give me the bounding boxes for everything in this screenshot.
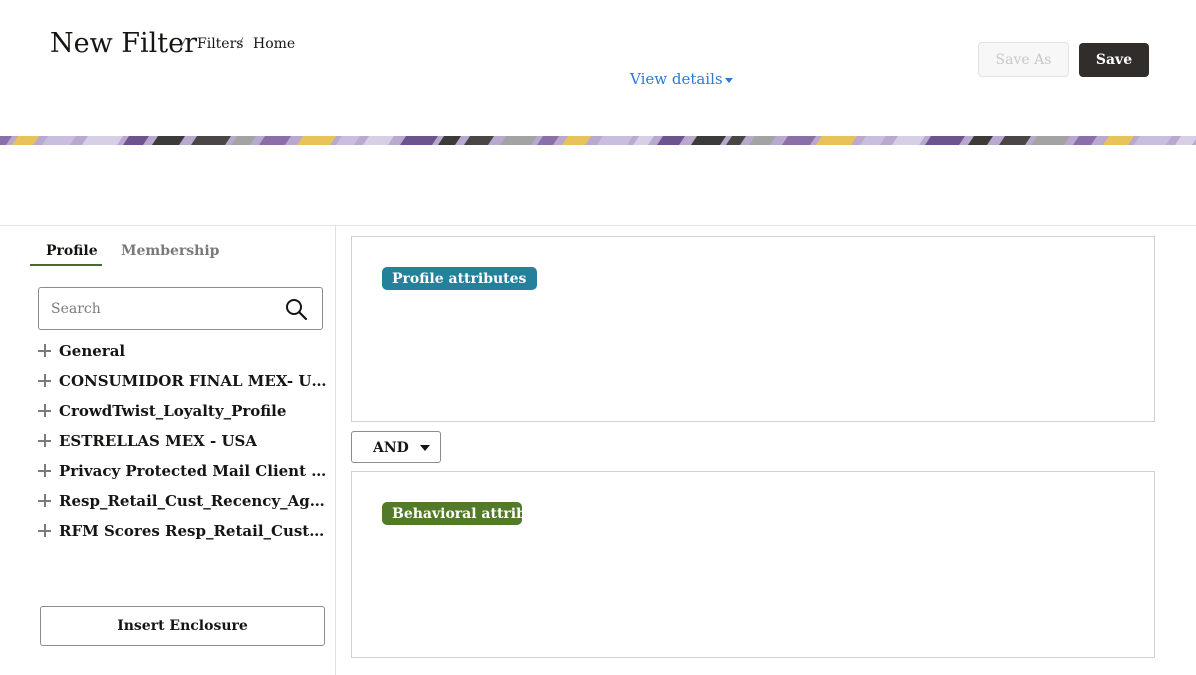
save-as-button[interactable]: Save As — [978, 42, 1069, 77]
expand-plus-icon[interactable] — [38, 464, 52, 478]
profile-attributes-chip: Profile attributes — [382, 267, 537, 290]
chevron-down-icon — [420, 445, 430, 451]
operator-value: AND — [373, 440, 409, 456]
expand-plus-icon[interactable] — [38, 494, 52, 508]
header-divider — [0, 225, 1196, 226]
expand-plus-icon[interactable] — [38, 374, 52, 388]
tree-item-label: Privacy Protected Mail Client Resp_... — [59, 462, 328, 480]
behavioral-attributes-drop-zone[interactable] — [351, 471, 1155, 658]
tree-item-resp-retail-recency[interactable]: Resp_Retail_Cust_Recency_Aggregate — [38, 490, 328, 512]
breadcrumb-filters[interactable]: Filters — [197, 36, 243, 52]
tree-item-label: General — [59, 342, 126, 360]
tree-item-estrellas[interactable]: ESTRELLAS MEX - USA — [38, 430, 328, 452]
tab-membership[interactable]: Membership — [121, 243, 219, 259]
page-title: New Filter — [50, 28, 198, 59]
behavioral-attributes-chip: Behavioral attributes — [382, 502, 559, 525]
panel-divider — [335, 226, 336, 675]
tree-item-privacy-protected[interactable]: Privacy Protected Mail Client Resp_... — [38, 460, 328, 482]
expand-plus-icon[interactable] — [38, 404, 52, 418]
save-button[interactable]: Save — [1079, 43, 1149, 77]
breadcrumb-separator: / — [238, 36, 243, 51]
breadcrumb-home[interactable]: Home — [253, 36, 295, 52]
operator-select[interactable]: AND — [351, 431, 441, 463]
profile-attributes-drop-zone[interactable] — [351, 236, 1155, 422]
tree-item-consumidor-final[interactable]: CONSUMIDOR FINAL MEX- USA — [38, 370, 328, 392]
decorative-banner — [0, 133, 1196, 145]
search-box — [38, 287, 323, 330]
expand-plus-icon[interactable] — [38, 434, 52, 448]
search-input[interactable] — [51, 298, 271, 320]
tab-profile[interactable]: Profile — [46, 243, 98, 259]
tree-item-crowdtwist-loyalty[interactable]: CrowdTwist_Loyalty_Profile — [38, 400, 328, 422]
search-icon[interactable] — [284, 297, 308, 321]
tree-item-rfm-scores[interactable]: RFM Scores Resp_Retail_Customers — [38, 520, 328, 542]
breadcrumb-separator: / — [181, 36, 186, 51]
expand-plus-icon[interactable] — [38, 524, 52, 538]
expand-plus-icon[interactable] — [38, 344, 52, 358]
active-tab-indicator — [30, 264, 102, 266]
caret-down-icon — [724, 77, 733, 83]
view-details-link[interactable]: View details — [630, 70, 733, 88]
tree-item-label: Resp_Retail_Cust_Recency_Aggregate — [59, 492, 328, 510]
tree-item-label: CONSUMIDOR FINAL MEX- USA — [59, 372, 328, 390]
insert-enclosure-button[interactable]: Insert Enclosure — [40, 606, 325, 646]
view-details-label: View details — [630, 70, 723, 88]
tree-item-label: CrowdTwist_Loyalty_Profile — [59, 402, 287, 420]
tree-item-general[interactable]: General — [38, 340, 328, 362]
tree-item-label: ESTRELLAS MEX - USA — [59, 432, 258, 450]
tree-item-label: RFM Scores Resp_Retail_Customers — [59, 522, 328, 540]
